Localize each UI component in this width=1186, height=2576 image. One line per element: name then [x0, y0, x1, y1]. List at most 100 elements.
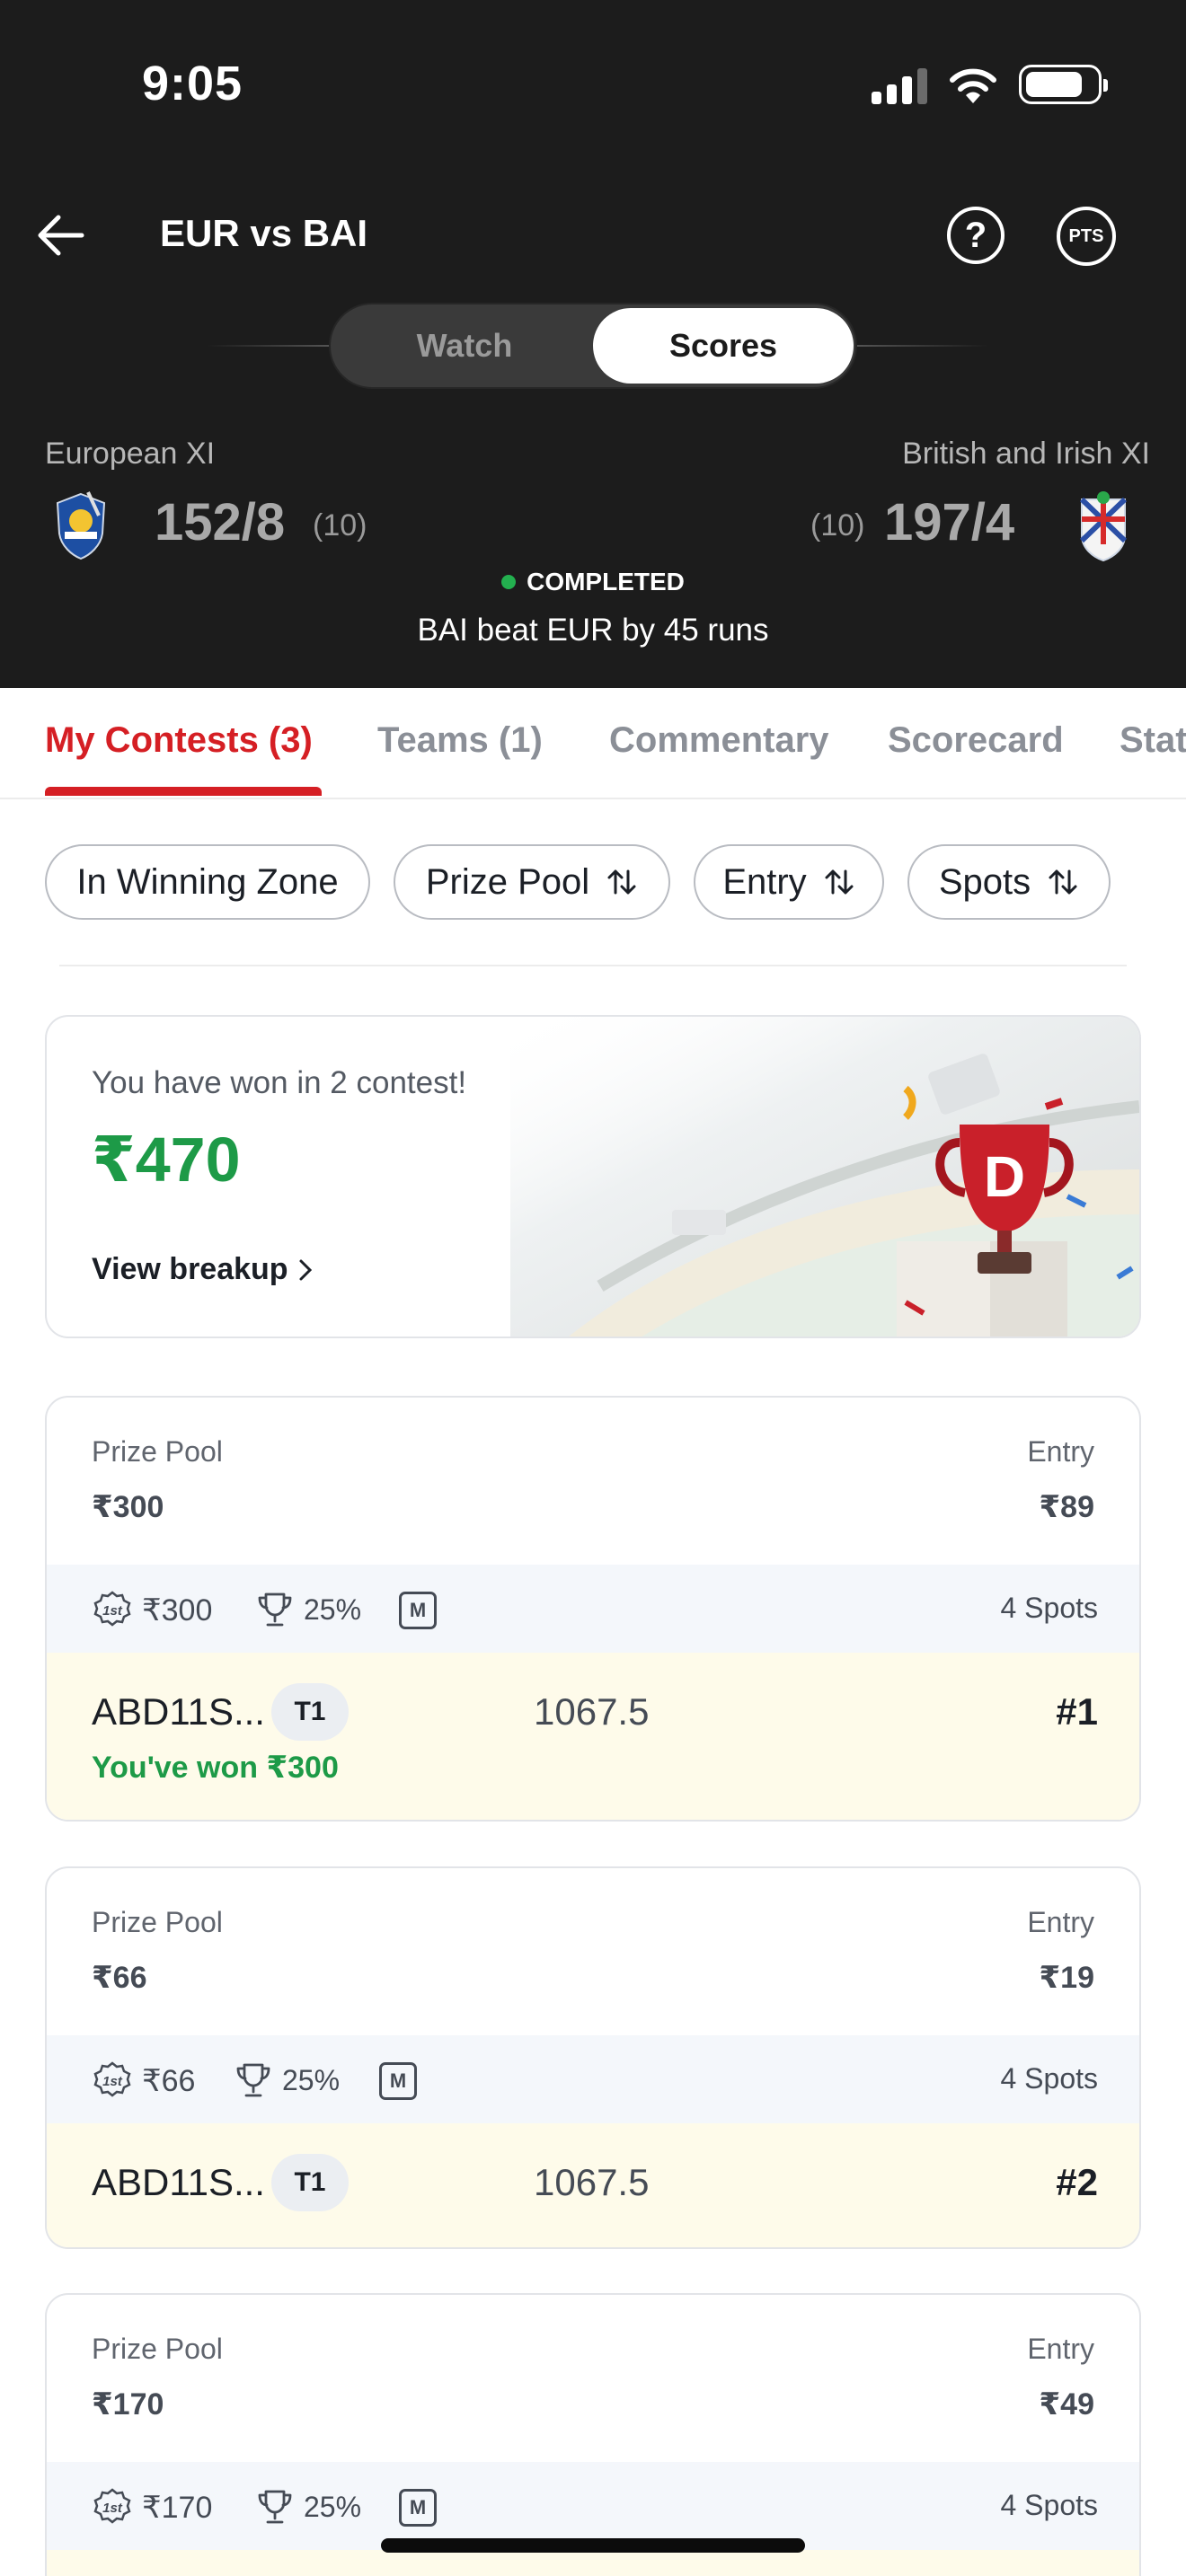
- tab-scorecard[interactable]: Scorecard: [888, 720, 1064, 761]
- watch-toggle-option[interactable]: Watch: [334, 308, 595, 384]
- spots-count: 4 Spots: [1000, 2062, 1098, 2095]
- winners-percentage-value: 25%: [304, 2490, 362, 2523]
- team-rank: #1: [1056, 1690, 1098, 1733]
- filter-divider: [59, 965, 1127, 966]
- won-amount-text: You've won ₹300: [92, 1751, 339, 1785]
- first-prize: 1st ₹66: [92, 2060, 195, 2102]
- match-header: 9:05 EUR vs BAI ? PTS Watch Scores Europ…: [0, 0, 1186, 688]
- multi-entry-badge: M: [379, 2062, 417, 2100]
- team-name: ABD11S...: [92, 1690, 265, 1733]
- pts-icon: PTS: [1068, 225, 1104, 246]
- contest-card[interactable]: Prize Pool ₹300 Entry ₹89 1st ₹300 25% M…: [45, 1396, 1141, 1822]
- toggle-divider-right: [854, 345, 988, 347]
- winners-percentage: 25%: [255, 1590, 361, 1629]
- match-result: BAI beat EUR by 45 runs: [417, 613, 769, 648]
- first-prize-medal-icon: 1st: [93, 1591, 131, 1627]
- british-irish-xi-logo-icon: [1079, 491, 1128, 562]
- joined-team-row: ABD11S... T1 1067.5 #2: [47, 2123, 1139, 2247]
- view-breakup-link[interactable]: View breakup: [92, 1252, 314, 1287]
- team-left-score: 152/8: [155, 493, 286, 551]
- first-prize-medal-icon: 1st: [93, 2061, 131, 2097]
- first-prize-value: ₹300: [142, 1593, 213, 1628]
- sort-entry-label: Entry: [722, 861, 807, 902]
- status-time: 9:05: [142, 57, 243, 110]
- prize-pool-value: ₹170: [92, 2387, 164, 2422]
- tab-my-contests[interactable]: My Contests (3): [45, 720, 313, 761]
- svg-text:D: D: [984, 1144, 1025, 1209]
- filter-winning-zone[interactable]: In Winning Zone: [45, 844, 370, 920]
- team-name: ABD11S...: [92, 2161, 265, 2203]
- status-dot-icon: [501, 575, 517, 589]
- prize-pool-label: Prize Pool: [92, 1906, 223, 1938]
- help-icon: ?: [964, 215, 987, 255]
- trophy-stadium-illustration: D: [510, 1017, 1139, 1337]
- back-arrow-icon: [38, 215, 84, 256]
- prize-pool-label: Prize Pool: [92, 2333, 223, 2365]
- cellular-signal-icon: [872, 68, 927, 104]
- contest-card[interactable]: Prize Pool ₹66 Entry ₹19 1st ₹66 25% M 4…: [45, 1866, 1141, 2249]
- contest-info-row: 1st ₹66 25% M 4 Spots: [47, 2035, 1139, 2123]
- home-indicator: [381, 2538, 805, 2553]
- tab-teams[interactable]: Teams (1): [377, 720, 543, 761]
- team-right-overs: (10): [810, 508, 865, 543]
- battery-icon: [1019, 65, 1108, 104]
- joined-team-row: ABD11S... T1 1067.5 #1 You've won ₹300: [47, 1653, 1139, 1820]
- contest-info-row: 1st ₹300 25% M 4 Spots: [47, 1565, 1139, 1653]
- team-points: 1067.5: [534, 2161, 650, 2203]
- prize-pool-label: Prize Pool: [92, 1435, 223, 1468]
- match-status: COMPLETED: [0, 568, 1186, 596]
- multi-entry-badge: M: [399, 1592, 437, 1629]
- chevron-right-icon: [299, 1259, 312, 1280]
- svg-text:1st: 1st: [102, 1603, 123, 1619]
- sort-spots-label: Spots: [938, 861, 1031, 902]
- sort-prize-pool-label: Prize Pool: [425, 861, 590, 902]
- filter-winning-zone-label: In Winning Zone: [76, 861, 339, 902]
- first-prize-medal-icon: 1st: [93, 2488, 131, 2524]
- sort-prize-pool[interactable]: Prize Pool: [394, 844, 670, 920]
- svg-text:1st: 1st: [102, 2501, 123, 2516]
- view-breakup-label: View breakup: [92, 1252, 288, 1286]
- first-prize-value: ₹66: [142, 2064, 196, 2098]
- first-prize-value: ₹170: [142, 2491, 213, 2525]
- entry-label: Entry: [1027, 1435, 1094, 1468]
- wifi-icon: [950, 68, 996, 103]
- contest-info-row: 1st ₹170 25% M 4 Spots: [47, 2462, 1139, 2550]
- sort-spots[interactable]: Spots: [907, 844, 1111, 920]
- entry-fee-value: ₹49: [1039, 2387, 1094, 2422]
- sort-icon: [1049, 869, 1077, 895]
- back-button[interactable]: [34, 208, 88, 262]
- team-badge: T1: [271, 1683, 349, 1741]
- team-left-overs: (10): [313, 508, 367, 543]
- help-button[interactable]: ?: [947, 207, 1005, 264]
- entry-fee-value: ₹19: [1039, 1961, 1094, 1995]
- multi-entry-badge: M: [399, 2489, 437, 2527]
- prize-pool-value: ₹66: [92, 1961, 147, 1995]
- tab-stats[interactable]: Stats: [1120, 720, 1186, 761]
- won-contests-text: You have won in 2 contest!: [92, 1065, 467, 1100]
- entry-fee-value: ₹89: [1039, 1490, 1094, 1524]
- contest-card[interactable]: Prize Pool ₹170 Entry ₹49 1st ₹170 25% M…: [45, 2293, 1141, 2576]
- tab-commentary[interactable]: Commentary: [609, 720, 829, 761]
- trophy-icon: [236, 2063, 270, 2097]
- winnings-banner: D You have won in 2 contest! ₹470 View b…: [45, 1015, 1141, 1338]
- spots-count: 4 Spots: [1000, 1592, 1098, 1624]
- active-tab-indicator: [45, 787, 322, 796]
- spots-count: 4 Spots: [1000, 2489, 1098, 2521]
- sort-icon: [607, 869, 636, 895]
- contest-tabs: My Contests (3) Teams (1) Commentary Sco…: [0, 688, 1186, 799]
- first-prize: 1st ₹300: [92, 1590, 212, 1631]
- european-xi-logo-icon: [56, 491, 106, 560]
- sort-entry[interactable]: Entry: [694, 844, 884, 920]
- winners-percentage: 25%: [234, 2060, 340, 2100]
- team-points: 1067.5: [534, 1690, 650, 1733]
- team-right-name: British and Irish XI: [902, 437, 1150, 471]
- team-left-name: European XI: [45, 437, 216, 471]
- scores-toggle-option[interactable]: Scores: [593, 308, 854, 384]
- winners-percentage-value: 25%: [304, 1592, 362, 1626]
- winners-percentage: 25%: [255, 2487, 361, 2527]
- sort-icon: [825, 869, 854, 895]
- trophy-icon: [258, 1592, 292, 1627]
- points-system-button[interactable]: PTS: [1057, 207, 1116, 266]
- first-prize: 1st ₹170: [92, 2487, 212, 2528]
- entry-label: Entry: [1027, 1906, 1094, 1938]
